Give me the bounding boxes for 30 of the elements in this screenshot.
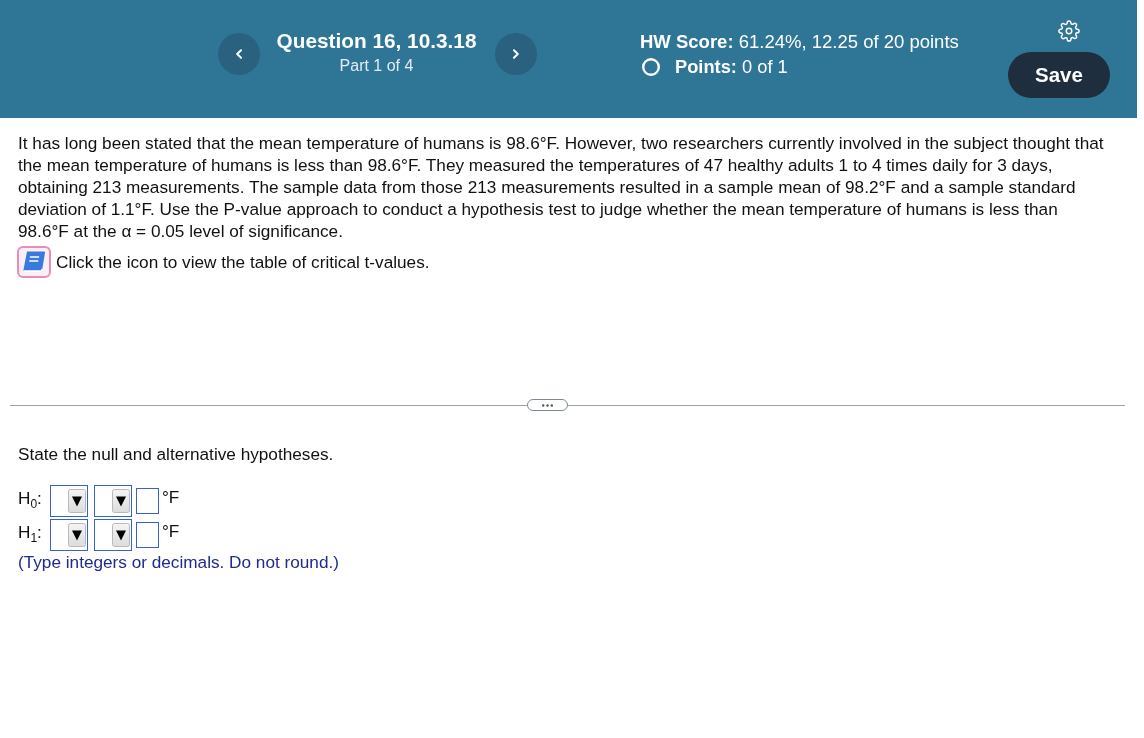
ellipsis-icon	[542, 403, 553, 407]
input-field[interactable]	[136, 522, 159, 548]
note-text: (Type integers or decimals. Do not round.)	[18, 551, 340, 573]
chevron-right-icon	[512, 49, 520, 59]
dropdown[interactable]	[50, 485, 88, 517]
hypothesis-label: H$_{0}$:	[18, 486, 43, 514]
caret-icon	[112, 489, 130, 513]
caret-icon	[68, 489, 86, 513]
hypothesis-label: H$_{1}$:	[18, 520, 43, 548]
instruction-text: Click the icon to view the table of critical t-values.	[56, 251, 430, 273]
caret-icon	[68, 523, 86, 547]
question-title: Question 16, 10.3.18	[275, 28, 478, 54]
caret-icon	[112, 523, 130, 547]
save-button[interactable]: Save	[1008, 52, 1110, 98]
unit-text: °F	[162, 520, 180, 542]
input-field[interactable]	[136, 488, 159, 514]
settings-icon[interactable]	[1058, 20, 1080, 42]
problem-text: It has long been stated that the mean temperature of humans is 98.6°F. However, two researchers currently involved in the subject thought that the mean temperature of humans is less than 98.6°F. They measured the temperatures of 47 healthy adults 1 to 4 times daily for 3 days, obtaining 213 measurements. The sample data from those 213 measurements resulted in a sample mean of 98.2°F and a sample standard deviation of 1.1°F. Use the P-value approach to conduct a hypothesis test to judge whether the mean temperature of humans is less than 98.6°F at the α = 0.05 level of significance.	[18, 132, 1105, 242]
points-text: Points: 0 of 1	[675, 55, 788, 79]
book-icon[interactable]	[17, 246, 51, 278]
expand-button[interactable]	[527, 399, 568, 411]
dropdown[interactable]	[50, 519, 88, 551]
dropdown[interactable]	[94, 485, 132, 517]
circle-icon	[642, 58, 660, 76]
part-label: Part 1 of 4	[338, 56, 415, 76]
dropdown[interactable]	[94, 519, 132, 551]
chevron-left-icon	[235, 49, 243, 59]
hw-score-text: HW Score: 61.24%, 12.25 of 20 points	[640, 30, 959, 54]
prompt-text: State the null and alternative hypotheses.	[18, 443, 335, 465]
unit-text: °F	[162, 486, 180, 508]
